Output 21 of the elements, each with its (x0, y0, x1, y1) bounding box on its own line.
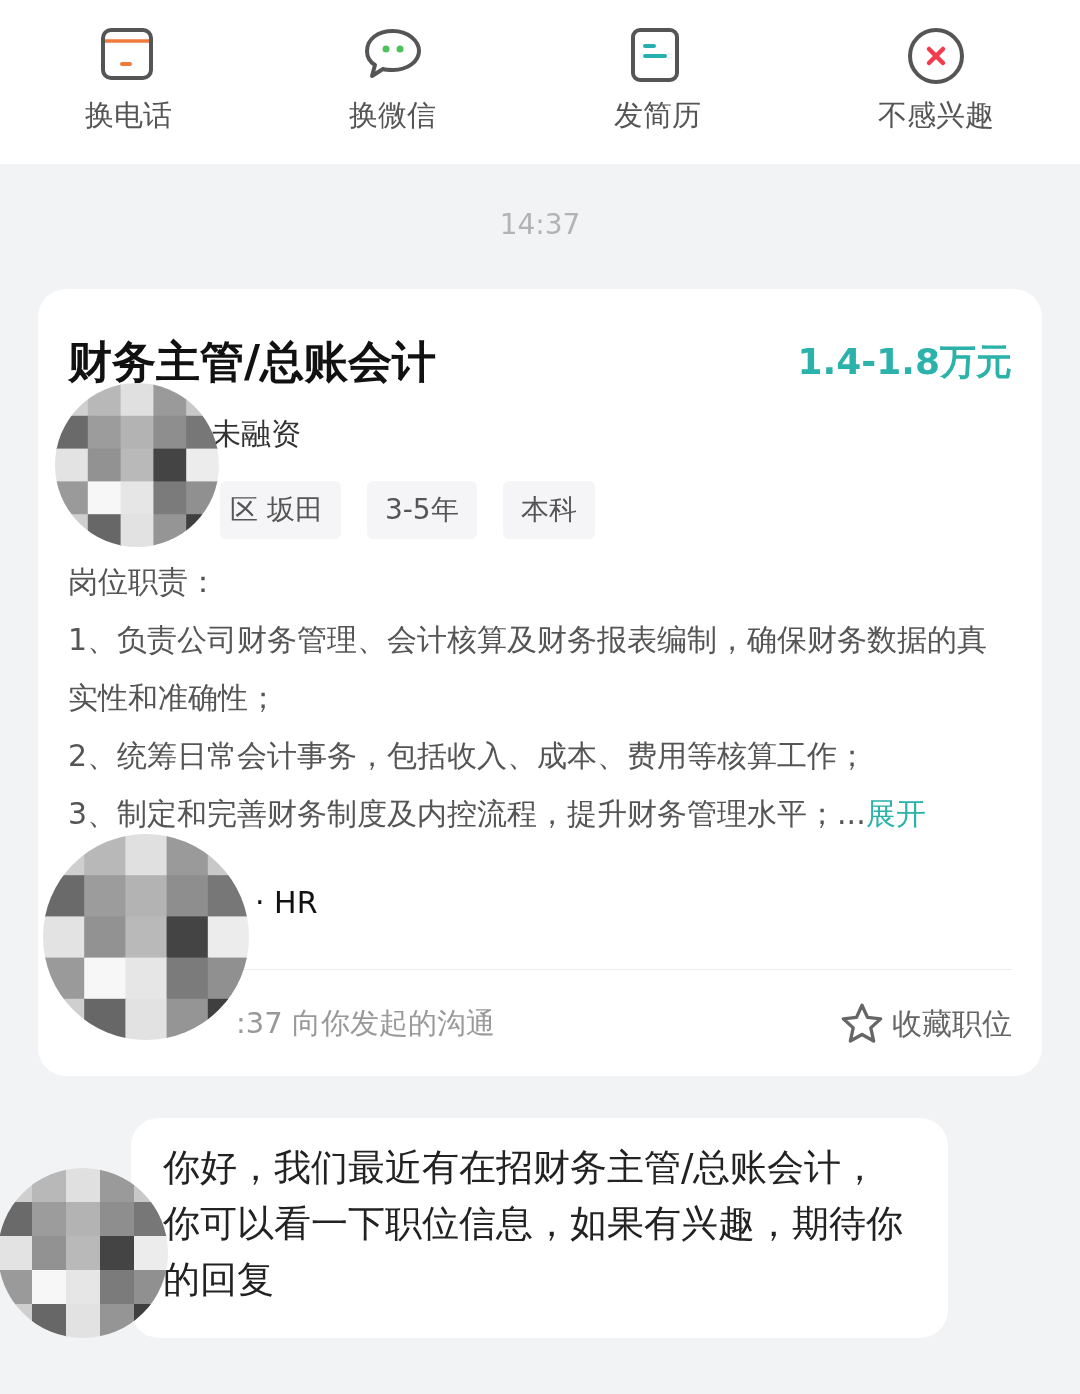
description-text: 3、制定和完善财务制度及内控流程，提升财务管理水平；... (68, 795, 866, 833)
favorite-button[interactable]: 收藏职位 (840, 1002, 1012, 1046)
close-circle-icon (906, 26, 966, 86)
chat-initiated-note: :37 向你发起的沟通 (235, 1005, 495, 1042)
action-button[interactable]: 换电话 (85, 0, 172, 164)
description-text: 2、统筹日常会计事务，包括收入、成本、费用等核算工作； (68, 737, 869, 775)
message-text: 你好，我们最近有在招财务主管/总账会计， (163, 1145, 880, 1191)
tag: 3-5年 (366, 481, 477, 539)
job-title: 财务主管/总账会计 (68, 335, 437, 389)
action-button[interactable]: 发简历 (613, 0, 701, 164)
description-text: 1、负责公司财务管理、会计核算及财务报表编制，确保财务数据的真实性和准确性； (68, 621, 989, 717)
salary: 1.4-1.8万元 (797, 340, 1012, 384)
description-heading: 岗位职责： (68, 563, 219, 601)
message-text: 你可以看一下职位信息，如果有兴趣，期待你的回复 (163, 1201, 904, 1303)
action-button[interactable]: 换微信 (349, 0, 437, 164)
company-info: 未融资 (210, 415, 302, 453)
job-card[interactable]: 财务主管/总账会计 1.4-1.8万元 未融资 区 坂田 3-5年 本科 岗位职责： 1、负责公司财务管理、会计核算及财务报表编制，确保财务数据的真实性和准确性； 2、统筹日常会计事务，包括收入、成本、费用等核算工作； 3、制定和完善财务制度及内控流程，提升财务管理水平；...展开 · HR :37 向你发起的沟通 收藏职位 (38, 289, 1042, 1076)
tag: 区 坂田 (220, 481, 341, 539)
action-button[interactable]: 不感兴趣 (878, 0, 994, 164)
timestamp: 14:37 (499, 208, 581, 241)
tag: 本科 (502, 481, 595, 539)
